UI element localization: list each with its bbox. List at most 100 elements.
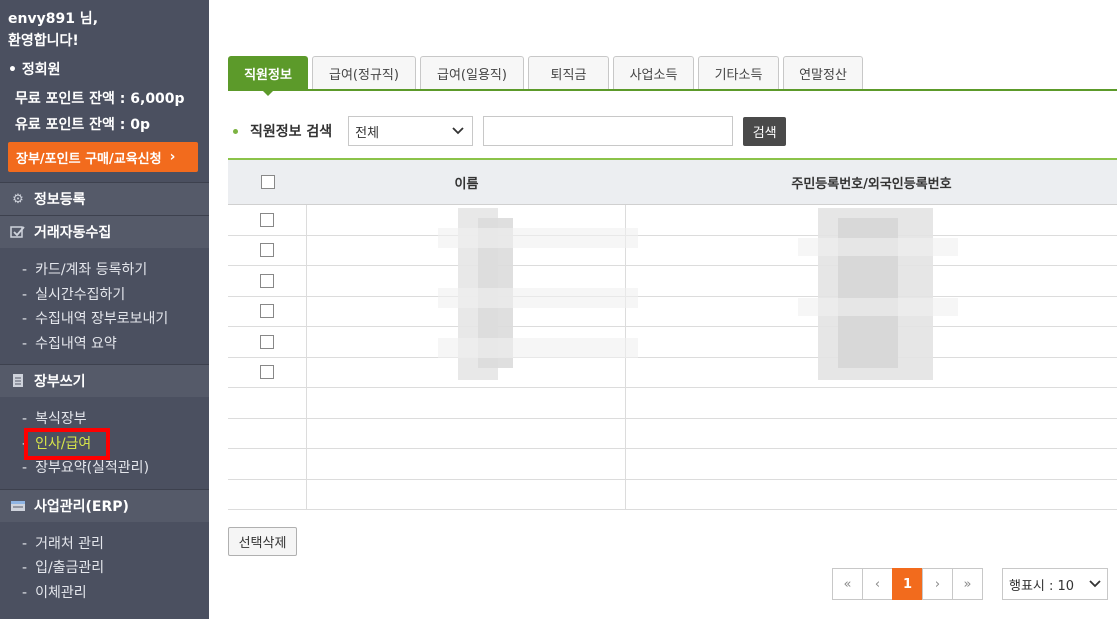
row-checkbox[interactable] [260,273,274,288]
tab-salary-regular[interactable]: 급여(정규직) [312,56,416,90]
item-dash: - [22,584,28,601]
greeting-welcome: 환영합니다! [8,33,79,49]
row-checkbox[interactable] [260,212,274,227]
main-content: 직원정보 급여(정규직) 급여(일용직) 퇴직금 사업소득 기타소득 연말정산 … [209,0,1117,619]
item-dash: - [22,560,28,576]
item-dash: - [22,311,28,327]
menu-auto-collect-label: 거래자동수집 [34,225,112,241]
name-cell [307,418,626,448]
submenu-realtime-collect[interactable]: - 실시간수집하기 [22,283,209,308]
search-row: 직원정보 검색 전체 검색 [233,116,787,146]
rrn-cell [626,480,1117,510]
col-rrn: 주민등록번호/외국인등록번호 [791,176,952,192]
submenu-ledger-summary[interactable]: - 장부요약(실적관리) [22,456,209,481]
table-row [228,357,1117,388]
table-row [228,479,1117,510]
buy-points-label: 장부/포인트 구매/교육신청 [16,151,162,167]
submenu-client-management[interactable]: - 거래처 관리 [22,532,209,557]
menu-erp[interactable]: 사업관리(ERP) [0,488,209,522]
search-category-select[interactable]: 전체 [348,116,474,146]
highlight-box [24,427,111,460]
rows-per-page-select[interactable]: 행표시 : 10 [1002,568,1108,600]
submenu-collect-summary[interactable]: - 수집내역 요약 [22,332,209,357]
greeting-username: envy891 님, [8,11,99,27]
menu-ledger[interactable]: 장부쓰기 [0,364,209,397]
select-all-checkbox[interactable] [260,175,275,189]
user-box: envy891 님, 환영합니다! • 정회원 무료 포인트 잔액 : 6,00… [0,0,209,172]
first-page-button[interactable]: « [832,568,863,600]
menu-ledger-label: 장부쓰기 [34,374,86,390]
submenu-label: 거래처 관리 [35,535,104,552]
rrn-cell [626,419,1117,449]
tab-year-end-settlement[interactable]: 연말정산 [783,56,863,90]
table-row [228,235,1117,266]
search-button[interactable]: 검색 [743,116,787,146]
buy-points-button[interactable]: 장부/포인트 구매/교육신청 › [8,142,198,172]
redacted-rrn [798,208,958,380]
erp-icon [10,498,26,514]
tab-bar: 직원정보 급여(정규직) 급여(일용직) 퇴직금 사업소득 기타소득 연말정산 [228,56,867,96]
submenu-label: 장부요약(실적관리) [35,460,150,476]
table-row [228,418,1117,449]
submenu-transfer-management[interactable]: - 이체관리 [22,581,209,606]
chevron-right-icon: › [169,149,176,165]
menu-erp-label: 사업관리(ERP) [34,498,129,515]
ledger-icon [10,373,26,389]
item-dash: - [22,411,28,427]
row-checkbox[interactable] [260,334,274,349]
row-checkbox[interactable] [260,365,274,380]
row-select-cell [228,205,307,235]
rrn-cell [626,449,1117,479]
item-dash: - [22,335,28,352]
auto-collect-submenu: - 카드/계좌 등록하기 - 실시간수집하기 - 수집내역 장부로보내기 - 수집내역 … [0,248,209,364]
free-points: 무료 포인트 잔액 : 6,000p [15,91,185,107]
row-select-cell [228,327,307,357]
table-row [228,266,1117,297]
page-1-button[interactable]: 1 [892,568,923,600]
select-all-cell [228,175,307,189]
submenu-label: 수집내역 장부로보내기 [35,311,169,327]
menu-auto-collect[interactable]: 거래자동수집 [0,215,209,248]
prev-page-button[interactable]: ‹ [862,568,893,600]
tab-business-income[interactable]: 사업소득 [613,56,694,90]
tab-severance[interactable]: 퇴직금 [528,56,609,90]
submenu-send-to-ledger[interactable]: - 수집내역 장부로보내기 [22,307,209,332]
submenu-deposit-withdraw[interactable]: - 입/출금관리 [22,556,209,581]
tab-employee-info[interactable]: 직원정보 [228,56,308,96]
redacted-names [438,208,638,380]
row-select-cell [228,235,307,265]
table-body [228,205,1117,510]
row-select-cell [228,449,307,479]
delete-selected-button[interactable]: 선택삭제 [228,527,297,556]
membership-level: • 정회원 [8,62,61,78]
submenu-label: 카드/계좌 등록하기 [35,262,148,278]
employee-table: 이름 주민등록번호/외국인등록번호 [228,158,1117,510]
submenu-label: 복식장부 [35,411,87,427]
submenu-card-account-register[interactable]: - 카드/계좌 등록하기 [22,258,209,283]
submenu-hr-payroll-highlighted: 인사/급여 [24,427,111,460]
search-input[interactable] [483,116,734,146]
tab-other-income[interactable]: 기타소득 [698,56,779,90]
table-row [228,205,1117,236]
submenu-label: 수집내역 요약 [35,335,117,352]
table-header: 이름 주민등록번호/외국인등록번호 [228,160,1117,205]
rows-per-page-value: 행표시 : 10 [1009,578,1075,594]
table-row [228,296,1117,327]
submenu-hr-payroll[interactable]: - 인사/급여 [22,427,209,460]
tab-salary-daily[interactable]: 급여(일용직) [420,56,524,90]
name-cell [307,388,626,418]
points-box: 무료 포인트 잔액 : 6,000p 유료 포인트 잔액 : 0p [8,86,201,138]
name-cell [307,479,626,509]
last-page-button[interactable]: » [952,568,983,600]
paid-points: 유료 포인트 잔액 : 0p [15,117,151,133]
pagination: « ‹ 1 › » [832,568,983,600]
item-dash: - [22,535,28,552]
row-checkbox[interactable] [260,304,274,319]
ledger-submenu: - 복식장부 - 인사/급여 - 장부요약(실적관리) [0,397,209,489]
menu-info-register[interactable]: ⚙ 정보등록 [0,182,209,215]
next-page-button[interactable]: › [922,568,953,600]
search-label: 직원정보 검색 [250,124,333,140]
row-checkbox[interactable] [260,243,274,258]
submenu-label: 이체관리 [35,584,87,601]
sidebar: envy891 님, 환영합니다! • 정회원 무료 포인트 잔액 : 6,00… [0,0,209,619]
